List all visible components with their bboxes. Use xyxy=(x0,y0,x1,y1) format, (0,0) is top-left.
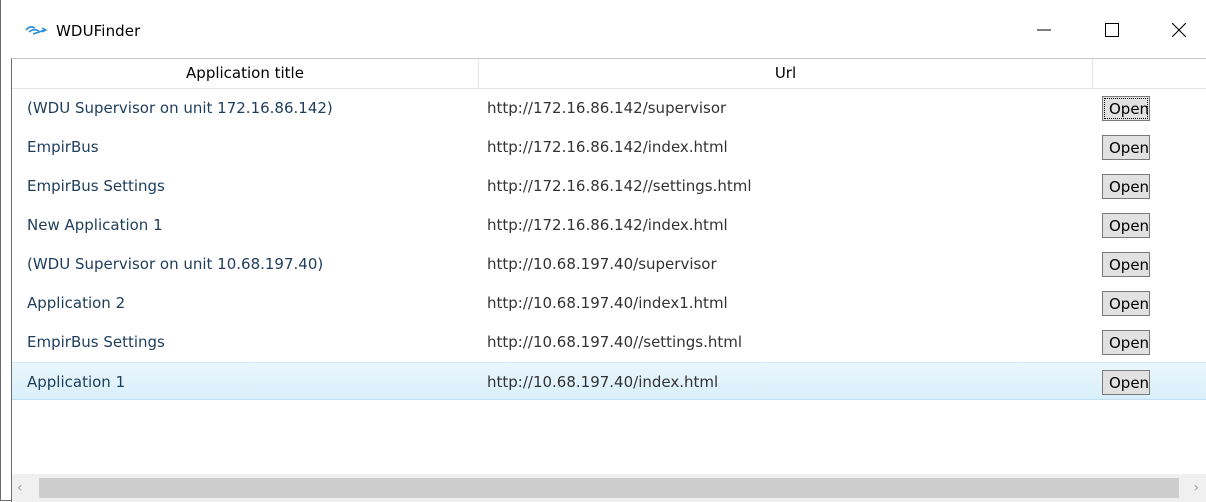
url-cell: http://172.16.86.142//settings.html xyxy=(487,177,752,195)
open-button[interactable]: Open xyxy=(1102,370,1150,395)
application-title-cell: EmpirBus Settings xyxy=(27,333,165,351)
url-cell: http://10.68.197.40//settings.html xyxy=(487,333,743,351)
column-header-url[interactable]: Url xyxy=(479,59,1093,88)
maximize-button[interactable] xyxy=(1082,10,1142,50)
url-cell: http://172.16.86.142/index.html xyxy=(487,138,728,156)
open-button[interactable]: Open xyxy=(1102,135,1150,160)
horizontal-scrollbar[interactable]: ‹ › xyxy=(12,474,1206,502)
open-button[interactable]: Open xyxy=(1102,174,1150,199)
open-button[interactable]: Open xyxy=(1102,213,1150,238)
application-title-cell: New Application 1 xyxy=(27,216,163,234)
url-cell: http://172.16.86.142/supervisor xyxy=(487,99,727,117)
table-row[interactable]: EmpirBus http://172.16.86.142/index.html O… xyxy=(12,128,1206,166)
url-cell: http://172.16.86.142/index.html xyxy=(487,216,728,234)
window-title: WDUFinder xyxy=(56,22,141,40)
column-header-action[interactable] xyxy=(1093,59,1206,88)
chevron-right-icon[interactable]: › xyxy=(1193,480,1199,496)
application-title-cell: EmpirBus Settings xyxy=(27,177,165,195)
open-button[interactable]: Open xyxy=(1102,252,1150,277)
open-button[interactable]: Open xyxy=(1102,96,1150,121)
chevron-left-icon[interactable]: ‹ xyxy=(17,480,23,496)
url-cell: http://10.68.197.40/index1.html xyxy=(487,294,728,312)
app-window: WDUFinder Application title Url (WDU Sup… xyxy=(0,0,1206,502)
close-icon xyxy=(1172,23,1186,37)
table-row[interactable]: Application 1 http://10.68.197.40/index.h… xyxy=(12,362,1206,400)
application-title-cell: (WDU Supervisor on unit 10.68.197.40) xyxy=(27,255,324,273)
minimize-icon xyxy=(1037,29,1051,31)
column-header-application-title[interactable]: Application title xyxy=(12,59,479,88)
application-title-cell: (WDU Supervisor on unit 172.16.86.142) xyxy=(27,99,333,117)
table-row[interactable]: EmpirBus Settings http://172.16.86.142//s… xyxy=(12,167,1206,205)
table-row[interactable]: Application 2 http://10.68.197.40/index1.… xyxy=(12,284,1206,322)
application-title-cell: EmpirBus xyxy=(27,138,99,156)
title-bar: WDUFinder xyxy=(1,0,1206,58)
app-icon xyxy=(25,26,47,35)
close-button[interactable] xyxy=(1149,10,1206,50)
application-title-cell: Application 1 xyxy=(27,373,126,391)
url-cell: http://10.68.197.40/index.html xyxy=(487,373,719,391)
application-title-cell: Application 2 xyxy=(27,294,126,312)
application-list: Application title Url (WDU Supervisor on… xyxy=(11,58,1206,502)
list-header: Application title Url xyxy=(12,59,1206,89)
table-row[interactable]: (WDU Supervisor on unit 10.68.197.40) htt… xyxy=(12,245,1206,283)
table-row[interactable]: (WDU Supervisor on unit 172.16.86.142) ht… xyxy=(12,89,1206,127)
table-row[interactable]: New Application 1 http://172.16.86.142/in… xyxy=(12,206,1206,244)
scrollbar-thumb[interactable] xyxy=(39,478,1179,498)
table-row[interactable]: EmpirBus Settings http://10.68.197.40//se… xyxy=(12,323,1206,361)
open-button[interactable]: Open xyxy=(1102,291,1150,316)
maximize-icon xyxy=(1105,23,1119,37)
open-button[interactable]: Open xyxy=(1102,330,1150,355)
minimize-button[interactable] xyxy=(1014,10,1074,50)
url-cell: http://10.68.197.40/supervisor xyxy=(487,255,717,273)
